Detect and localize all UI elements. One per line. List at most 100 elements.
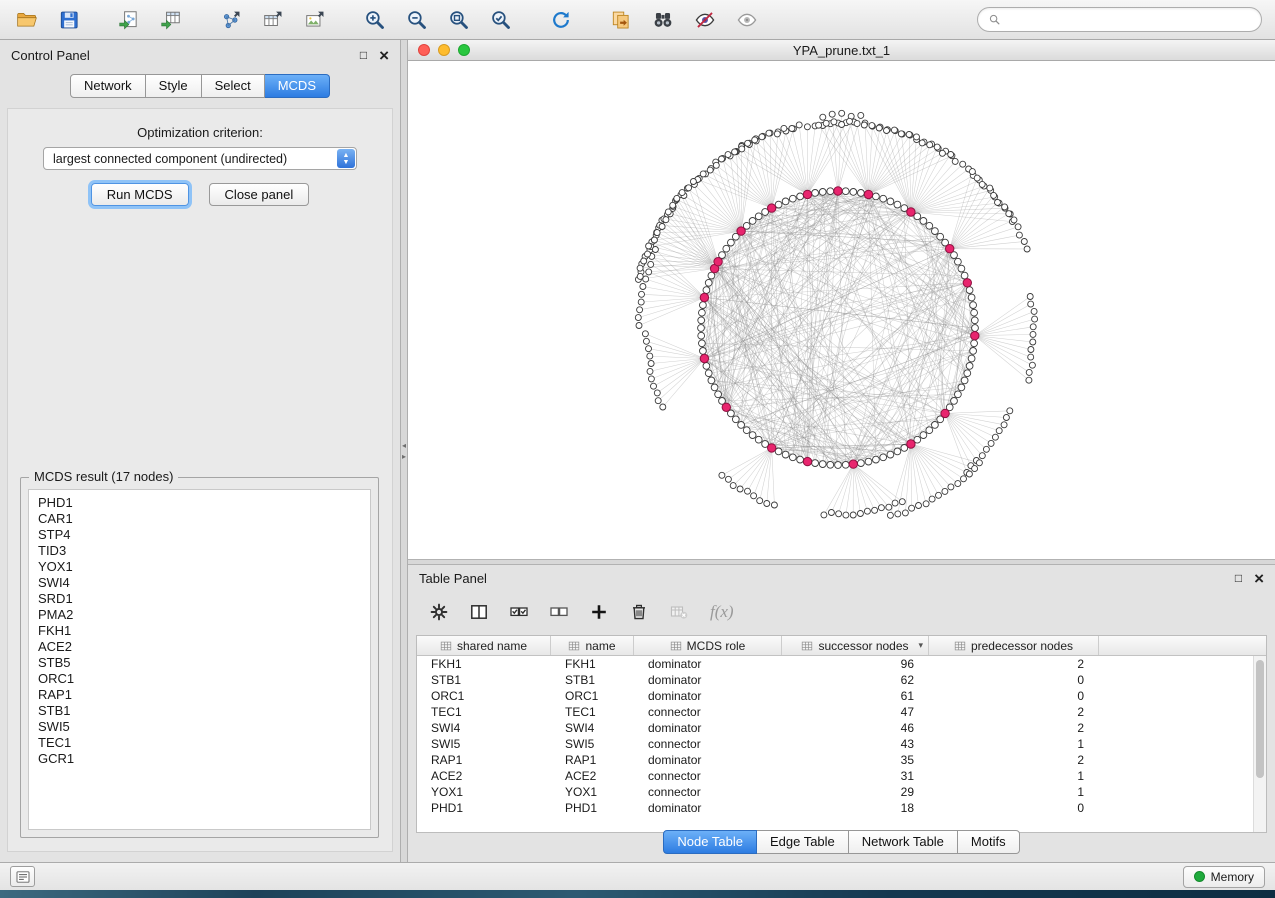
tab-style[interactable]: Style (146, 74, 202, 98)
mcds-result-item[interactable]: STB1 (38, 703, 361, 719)
zoom-selected-button[interactable] (484, 5, 518, 35)
optimization-criterion-select[interactable]: largest connected component (undirected)… (43, 147, 357, 170)
table-column-icon (954, 640, 966, 652)
refresh-view-button[interactable] (544, 5, 578, 35)
close-table-panel-icon[interactable]: × (1254, 570, 1264, 587)
column-settings-button[interactable] (426, 599, 452, 625)
mcds-result-item[interactable]: RAP1 (38, 687, 361, 703)
show-all-button[interactable] (730, 5, 764, 35)
cell-name: YOX1 (551, 785, 634, 799)
first-neighbors-button[interactable] (646, 5, 680, 35)
mcds-result-item[interactable]: SWI5 (38, 719, 361, 735)
tab-network[interactable]: Network (70, 74, 146, 98)
tab-select[interactable]: Select (202, 74, 265, 98)
cell-predecessor-nodes: 2 (929, 657, 1099, 671)
mcds-result-item[interactable]: STP4 (38, 527, 361, 543)
control-panel: Control Panel □ × Network Style Select M… (0, 40, 401, 862)
open-session-button[interactable] (10, 5, 44, 35)
mcds-result-item[interactable]: YOX1 (38, 559, 361, 575)
column-header-mcds-role[interactable]: MCDS role (634, 636, 782, 655)
cell-name: FKH1 (551, 657, 634, 671)
search-box[interactable] (977, 7, 1262, 32)
close-panel-button[interactable]: Close panel (209, 183, 310, 206)
cell-name: STB1 (551, 673, 634, 687)
select-all-rows-button[interactable] (506, 599, 532, 625)
table-row[interactable]: RAP1RAP1dominator352 (417, 752, 1253, 768)
mcds-result-item[interactable]: SRD1 (38, 591, 361, 607)
mcds-result-item[interactable]: FKH1 (38, 623, 361, 639)
mcds-result-list[interactable]: PHD1CAR1STP4TID3YOX1SWI4SRD1PMA2FKH1ACE2… (28, 489, 371, 830)
mcds-result-item[interactable]: CAR1 (38, 511, 361, 527)
tab-network-table[interactable]: Network Table (849, 830, 958, 854)
mcds-result-item[interactable]: TEC1 (38, 735, 361, 751)
export-image-button[interactable] (298, 5, 332, 35)
mcds-result-item[interactable]: SWI4 (38, 575, 361, 591)
show-columns-button[interactable] (466, 599, 492, 625)
mcds-result-item[interactable]: PMA2 (38, 607, 361, 623)
table-row[interactable]: TEC1TEC1connector472 (417, 704, 1253, 720)
network-canvas[interactable] (408, 62, 1275, 559)
table-row[interactable]: SWI4SWI4dominator462 (417, 720, 1253, 736)
float-panel-icon[interactable]: □ (360, 49, 367, 61)
table-row[interactable]: STB1STB1dominator620 (417, 672, 1253, 688)
column-sort-arrow-icon[interactable]: ▾ (918, 640, 923, 651)
mcds-result-item[interactable]: PHD1 (38, 495, 361, 511)
table-row[interactable]: FKH1FKH1dominator962 (417, 656, 1253, 672)
column-header-successor-nodes[interactable]: successor nodes ▾ (782, 636, 929, 655)
column-header-name[interactable]: name (551, 636, 634, 655)
cell-name: PHD1 (551, 801, 634, 815)
delete-column-button[interactable] (626, 599, 652, 625)
panel-menu-button[interactable] (10, 866, 35, 887)
float-table-panel-icon[interactable]: □ (1235, 572, 1242, 584)
mcds-result-item[interactable]: STB5 (38, 655, 361, 671)
clone-network-view-button[interactable] (604, 5, 638, 35)
zoom-in-button[interactable] (358, 5, 392, 35)
import-network-button[interactable] (112, 5, 146, 35)
search-input[interactable] (1008, 12, 1251, 27)
optimization-criterion-label: Optimization criterion: (8, 125, 392, 140)
zoom-out-button[interactable] (400, 5, 434, 35)
table-scrollbar[interactable] (1253, 656, 1266, 832)
zoom-fit-button[interactable] (442, 5, 476, 35)
tab-node-table[interactable]: Node Table (663, 830, 757, 854)
mcds-result-item[interactable]: ACE2 (38, 639, 361, 655)
vertical-splitter[interactable]: ◂ ▸ (401, 40, 408, 862)
cell-name: TEC1 (551, 705, 634, 719)
tab-edge-table[interactable]: Edge Table (757, 830, 849, 854)
mcds-result-item[interactable]: ORC1 (38, 671, 361, 687)
table-row[interactable]: PHD1PHD1dominator180 (417, 800, 1253, 816)
cell-name: SWI5 (551, 737, 634, 751)
refresh-group (544, 5, 578, 35)
column-header-shared-name[interactable]: shared name (417, 636, 551, 655)
table-row[interactable]: ACE2ACE2connector311 (417, 768, 1253, 784)
cell-successor-nodes: 62 (782, 673, 929, 687)
splitter-collapse-right-icon[interactable]: ▸ (402, 453, 406, 461)
import-group (112, 5, 188, 35)
run-mcds-button[interactable]: Run MCDS (91, 183, 189, 206)
export-table-button[interactable] (256, 5, 290, 35)
scrollbar-thumb[interactable] (1256, 660, 1264, 778)
export-network-button[interactable] (214, 5, 248, 35)
tab-mcds[interactable]: MCDS (265, 74, 330, 98)
window-minimize-button[interactable] (438, 44, 450, 56)
cell-mcds-role: connector (634, 769, 782, 783)
save-session-button[interactable] (52, 5, 86, 35)
table-row[interactable]: YOX1YOX1connector291 (417, 784, 1253, 800)
window-close-button[interactable] (418, 44, 430, 56)
close-panel-icon[interactable]: × (379, 47, 389, 64)
table-row[interactable]: ORC1ORC1dominator610 (417, 688, 1253, 704)
hide-selected-button[interactable] (688, 5, 722, 35)
splitter-collapse-left-icon[interactable]: ◂ (402, 442, 406, 450)
table-row[interactable]: SWI5SWI5connector431 (417, 736, 1253, 752)
deselect-all-rows-button[interactable] (546, 599, 572, 625)
column-header-predecessor-nodes[interactable]: predecessor nodes (929, 636, 1099, 655)
import-table-button[interactable] (154, 5, 188, 35)
cell-mcds-role: connector (634, 785, 782, 799)
tab-motifs[interactable]: Motifs (958, 830, 1020, 854)
cell-predecessor-nodes: 1 (929, 785, 1099, 799)
mcds-result-item[interactable]: TID3 (38, 543, 361, 559)
memory-button[interactable]: Memory (1183, 866, 1265, 888)
window-zoom-button[interactable] (458, 44, 470, 56)
add-column-button[interactable] (586, 599, 612, 625)
mcds-result-item[interactable]: GCR1 (38, 751, 361, 767)
